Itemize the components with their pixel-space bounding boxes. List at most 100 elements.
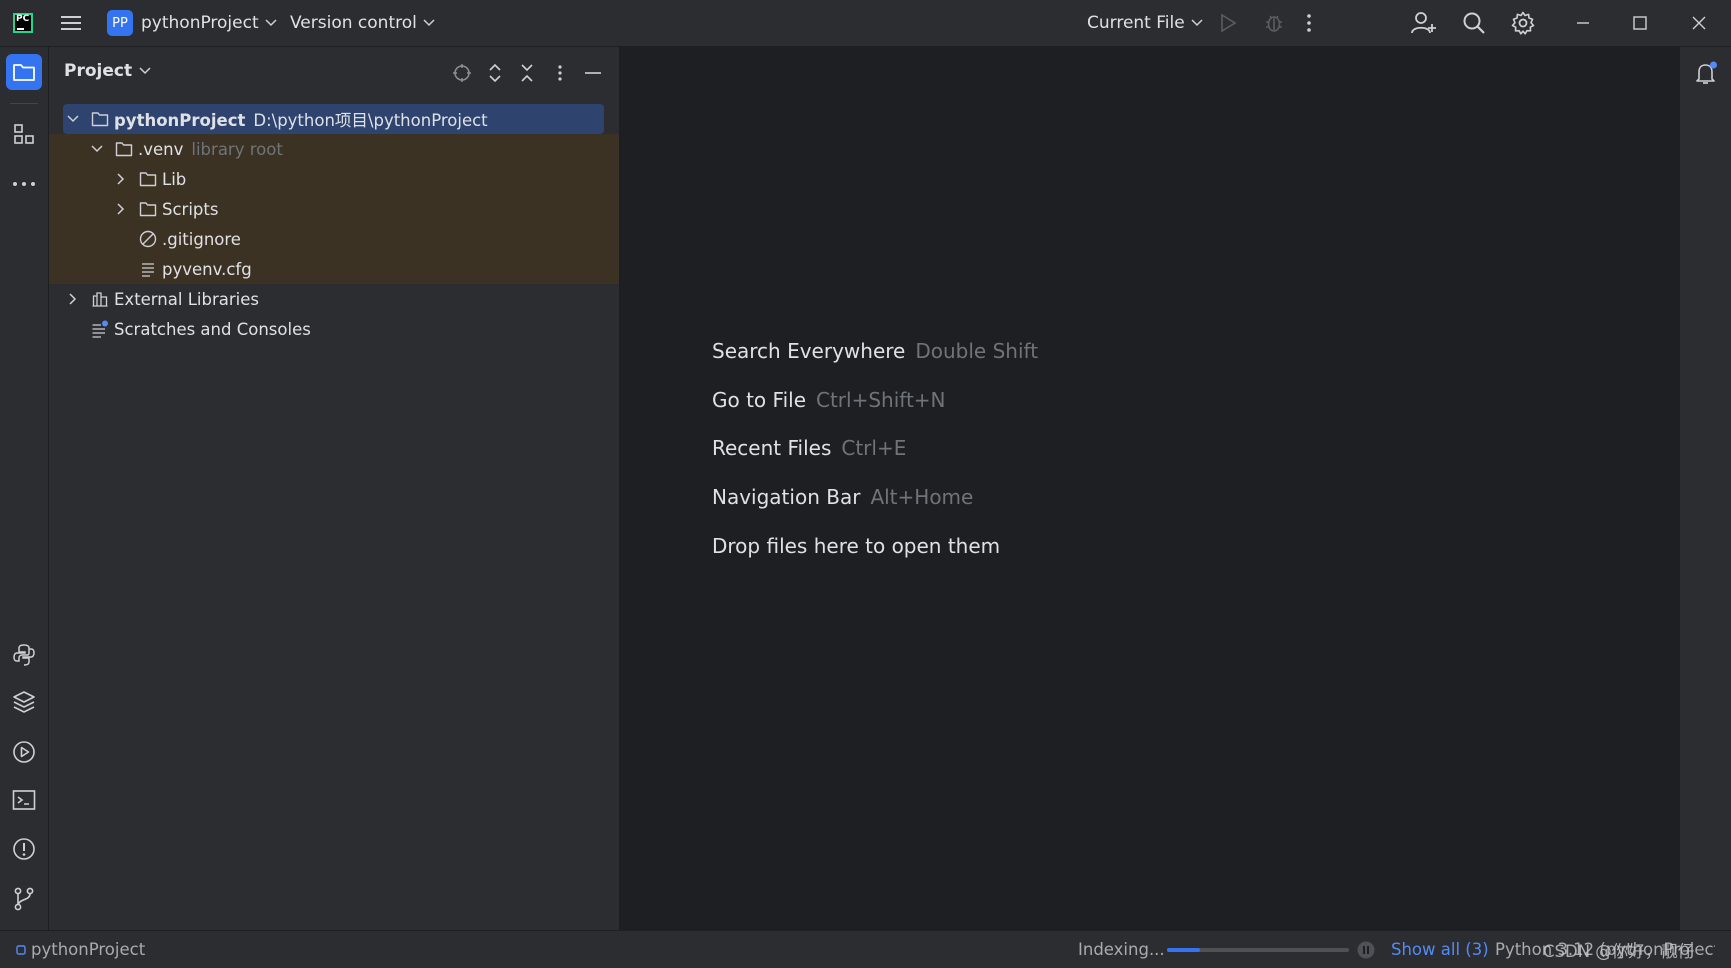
breadcrumb-project[interactable]: pythonProject [16, 931, 145, 968]
gear-icon [1511, 11, 1535, 35]
main-menu-button[interactable] [60, 0, 82, 46]
layers-tool-button[interactable] [6, 684, 42, 720]
pause-icon [1357, 941, 1375, 958]
ignored-file-icon [139, 230, 157, 248]
indexing-status: Indexing... [1078, 940, 1165, 959]
pause-indexing-button[interactable] [1357, 931, 1375, 968]
tree-item-scratches[interactable]: Scratches and Consoles [49, 314, 619, 344]
left-tool-strip [0, 47, 49, 930]
hint-search-everywhere: Search Everywhere Double Shift [712, 339, 1038, 363]
problems-tool-button[interactable] [6, 831, 42, 867]
run-config-selector[interactable]: Current File [1087, 0, 1203, 46]
expand-all-button[interactable] [485, 63, 505, 83]
tree-item-scripts[interactable]: Scripts [49, 194, 619, 224]
more-vertical-icon [1307, 14, 1311, 32]
pycharm-logo-icon[interactable]: PC [13, 13, 33, 33]
git-branch-icon [14, 887, 34, 911]
chevron-down-icon [423, 19, 435, 27]
maximize-window-button[interactable] [1633, 0, 1647, 46]
chevron-right-icon [117, 203, 125, 215]
status-bar: pythonProject Indexing... Show all (3) P… [0, 930, 1731, 968]
hint-shortcut: Ctrl+E [841, 436, 907, 460]
maximize-icon [1633, 16, 1647, 30]
code-with-me-button[interactable] [1411, 0, 1437, 46]
chevron-down-icon [265, 19, 277, 27]
problems-warning-icon [13, 838, 35, 860]
chevron-down-icon [67, 115, 79, 123]
collapse-all-button[interactable] [517, 63, 537, 83]
vcs-menu[interactable]: Version control [290, 0, 435, 46]
tree-item-venv[interactable]: .venv library root [49, 134, 619, 164]
settings-button[interactable] [1511, 0, 1535, 46]
tree-item-label: External Libraries [114, 289, 259, 309]
search-button[interactable] [1462, 0, 1486, 46]
terminal-tool-button[interactable] [6, 782, 42, 818]
hint-action: Go to File [712, 388, 806, 412]
hint-action: Recent Files [712, 436, 832, 460]
python-packages-tool-button[interactable] [6, 637, 42, 673]
more-tool-windows-button[interactable] [6, 166, 42, 202]
search-icon [1463, 12, 1485, 34]
panel-options-button[interactable] [550, 63, 570, 83]
more-vertical-icon [558, 65, 562, 81]
project-view-selector[interactable]: Project [64, 61, 151, 81]
more-actions-button[interactable] [1306, 0, 1312, 46]
select-opened-file-button[interactable] [452, 63, 472, 83]
hint-action: Search Everywhere [712, 339, 906, 363]
hamburger-menu-icon [61, 16, 81, 30]
tree-item-root[interactable]: pythonProject D:\python项目\pythonProject [49, 104, 619, 134]
hide-panel-button[interactable] [583, 63, 603, 83]
title-bar: PC PP pythonProject Version control Curr… [0, 0, 1731, 47]
add-user-icon [1411, 12, 1436, 34]
run-play-icon [1221, 13, 1237, 33]
debug-button[interactable] [1263, 0, 1285, 46]
notifications-button[interactable] [1688, 55, 1724, 91]
terminal-icon [12, 790, 36, 810]
hint-go-to-file: Go to File Ctrl+Shift+N [712, 388, 946, 412]
chevron-right-icon [117, 173, 125, 185]
hint-drop-files: Drop files here to open them [712, 534, 1000, 558]
run-config-label: Current File [1087, 13, 1185, 33]
scratches-icon [92, 320, 108, 338]
tree-item-pyvenv[interactable]: pyvenv.cfg [49, 254, 619, 284]
tree-item-label: .venv [138, 139, 184, 159]
minimize-window-button[interactable] [1576, 0, 1590, 46]
structure-icon [14, 124, 34, 144]
chevron-down-icon [91, 145, 103, 153]
hint-navigation-bar: Navigation Bar Alt+Home [712, 485, 973, 509]
project-name: pythonProject [141, 13, 259, 33]
folder-icon [139, 172, 157, 187]
notification-bell-icon [1696, 61, 1717, 84]
tree-item-label: Lib [162, 169, 187, 189]
tree-item-label: Scripts [162, 199, 219, 219]
expand-all-icon [489, 63, 501, 83]
tree-item-label: pyvenv.cfg [162, 259, 252, 279]
collapse-all-icon [521, 64, 533, 82]
services-tool-button[interactable] [6, 734, 42, 770]
tree-item-gitignore[interactable]: .gitignore [49, 224, 619, 254]
close-icon [1692, 16, 1706, 30]
structure-tool-button[interactable] [6, 116, 42, 152]
module-icon [16, 944, 26, 955]
run-button[interactable] [1219, 0, 1237, 46]
indexing-progress-bar [1167, 948, 1349, 952]
hint-action: Navigation Bar [712, 485, 861, 509]
project-tool-button[interactable] [6, 54, 42, 90]
close-window-button[interactable] [1692, 0, 1706, 46]
project-switcher[interactable]: PP pythonProject [107, 0, 277, 46]
tree-item-lib[interactable]: Lib [49, 164, 619, 194]
minimize-icon [585, 72, 601, 74]
tree-item-label: pythonProject [114, 111, 246, 130]
hint-shortcut: Double Shift [915, 339, 1039, 363]
tree-item-label: Scratches and Consoles [114, 319, 311, 339]
vcs-label: Version control [290, 13, 417, 33]
git-tool-button[interactable] [6, 881, 42, 917]
folder-icon [91, 112, 109, 127]
python-console-icon [13, 644, 35, 666]
tree-item-external-libraries[interactable]: External Libraries [49, 284, 619, 314]
library-icon [92, 292, 108, 307]
project-badge: PP [107, 10, 133, 36]
show-all-tasks-link[interactable]: Show all (3) [1391, 931, 1489, 968]
right-tool-strip [1679, 47, 1731, 930]
project-tool-window: Project pythonProject D:\python项目\python… [49, 47, 620, 930]
